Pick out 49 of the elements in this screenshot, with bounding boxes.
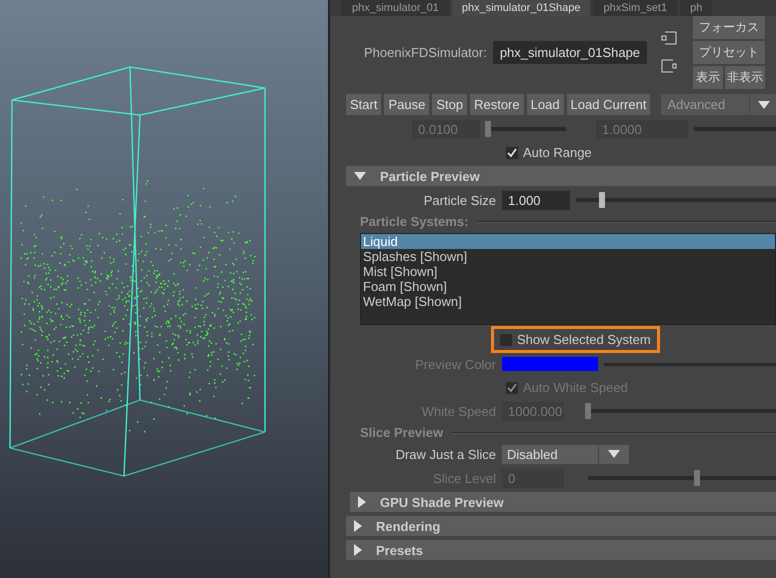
node-label: PhoenixFDSimulator: bbox=[364, 44, 487, 60]
dropdown[interactable]: Disabled bbox=[502, 444, 629, 464]
list-item[interactable]: Foam [Shown] bbox=[361, 279, 775, 294]
tab[interactable]: ph bbox=[680, 0, 712, 16]
node-button[interactable]: 表示 bbox=[693, 66, 724, 88]
section-header[interactable]: Presets bbox=[346, 540, 776, 560]
list-item[interactable]: Splashes [Shown] bbox=[361, 249, 775, 264]
checkmark-icon bbox=[507, 382, 517, 392]
toolbar-button[interactable]: Load Current bbox=[566, 94, 650, 115]
node-button[interactable]: 非表示 bbox=[725, 66, 766, 88]
tab[interactable]: phx_simulator_01 bbox=[342, 0, 449, 16]
list-item[interactable]: Mist [Shown] bbox=[361, 264, 775, 279]
field-label: Draw Just a Slice bbox=[394, 446, 497, 462]
caret-right-icon bbox=[354, 544, 362, 556]
checkmark-icon bbox=[507, 148, 517, 158]
caret-down-icon bbox=[354, 172, 366, 180]
caret-right-icon bbox=[358, 496, 366, 508]
node-button[interactable]: プリセット bbox=[693, 40, 766, 64]
caret-right-icon bbox=[354, 520, 362, 532]
particle-system-list[interactable]: Liquid Splashes [Shown] Mist [Shown] Foam [Shown] WetMap [Shown] bbox=[360, 233, 776, 325]
section-header[interactable]: Particle Preview bbox=[346, 166, 776, 186]
checkbox[interactable]: Auto Range bbox=[502, 143, 596, 162]
output-connection-icon[interactable] bbox=[661, 59, 678, 73]
toolbar-button[interactable]: Stop bbox=[432, 94, 468, 115]
toolbar-button[interactable]: Restore bbox=[470, 94, 524, 115]
field-label: Particle Size bbox=[422, 192, 497, 208]
node-button[interactable]: フォーカス bbox=[693, 16, 766, 38]
max-field[interactable]: 1.0000 bbox=[596, 120, 688, 138]
slider-thumb[interactable] bbox=[599, 192, 605, 208]
toolbar-button[interactable]: Load bbox=[526, 94, 564, 115]
list-item[interactable]: Liquid bbox=[361, 234, 775, 249]
tab[interactable]: phx_simulator_01Shape bbox=[452, 0, 590, 16]
min-field[interactable]: 0.0100 bbox=[412, 120, 480, 138]
checkbox[interactable]: Show Selected System bbox=[494, 329, 657, 350]
slider-thumb[interactable] bbox=[484, 121, 491, 137]
group-label: Particle Systems: bbox=[360, 214, 468, 229]
caret-down-icon bbox=[608, 450, 620, 458]
group-label: Slice Preview bbox=[360, 425, 444, 440]
mode-dropdown[interactable]: Advanced bbox=[661, 94, 776, 115]
caret-down-icon bbox=[758, 100, 770, 108]
toolbar-button[interactable]: Start bbox=[346, 94, 382, 115]
input-connection-icon[interactable] bbox=[661, 31, 678, 45]
value-field[interactable]: 1.000 bbox=[502, 190, 570, 210]
section-header[interactable]: GPU Shade Preview bbox=[350, 492, 776, 512]
tab[interactable]: phxSim_set1 bbox=[593, 0, 678, 16]
list-item[interactable]: WetMap [Shown] bbox=[361, 294, 775, 309]
section-header[interactable]: Rendering bbox=[346, 516, 776, 536]
node-name-field[interactable]: phx_simulator_01Shape bbox=[492, 40, 648, 64]
toolbar-button[interactable]: Pause bbox=[384, 94, 430, 115]
